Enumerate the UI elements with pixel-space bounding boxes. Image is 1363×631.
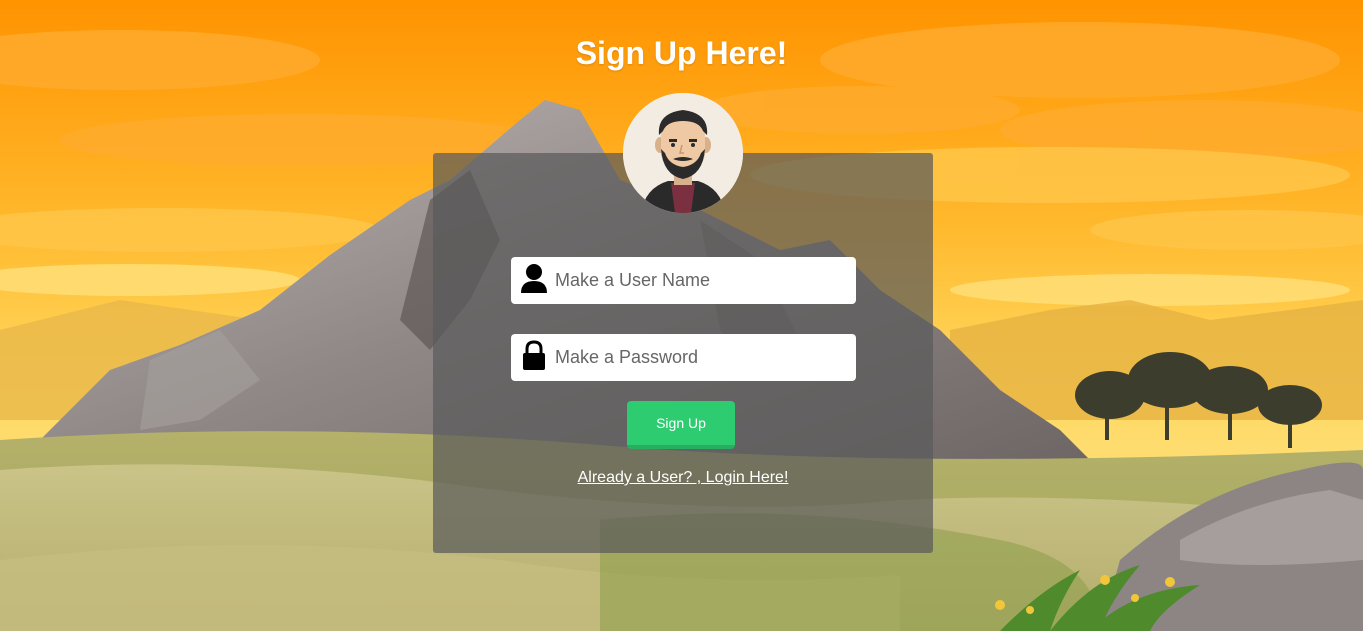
password-input[interactable] xyxy=(555,334,845,381)
avatar-image xyxy=(623,93,743,213)
page-title: Sign Up Here! xyxy=(575,35,788,72)
user-icon xyxy=(519,263,549,295)
username-input[interactable] xyxy=(555,257,845,304)
username-field xyxy=(511,257,856,304)
password-field xyxy=(511,334,856,381)
login-link[interactable]: Already a User? , Login Here! xyxy=(433,469,933,487)
lock-icon xyxy=(519,340,549,372)
avatar xyxy=(623,93,743,213)
sign-up-button[interactable]: Sign Up xyxy=(627,401,735,449)
